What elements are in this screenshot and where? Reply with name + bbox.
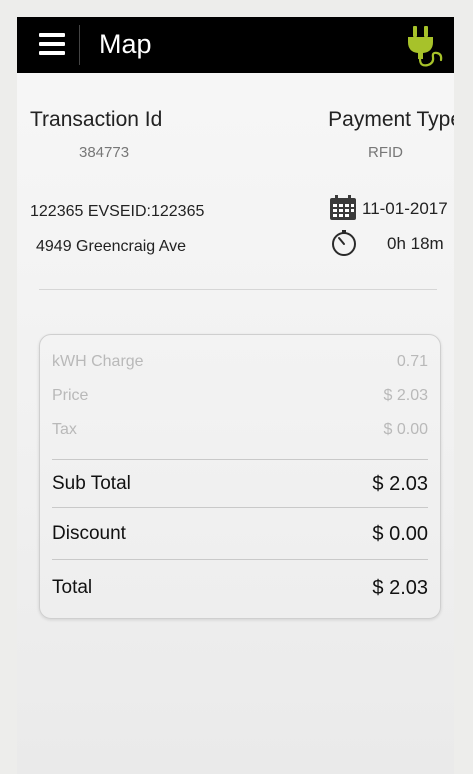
total-label: Total (52, 577, 93, 598)
receipt-divider (52, 459, 428, 460)
calendar-icon (330, 195, 356, 220)
subtotal-value: $ 2.03 (372, 473, 428, 495)
transaction-id-label: Transaction Id (30, 108, 163, 131)
discount-value: $ 0.00 (372, 523, 428, 545)
stopwatch-icon (332, 230, 356, 256)
hamburger-menu-icon[interactable] (39, 31, 65, 57)
tax-label: Tax (52, 421, 77, 438)
station-address: 4949 Greencraig Ave (36, 238, 187, 255)
kwh-charge-value: 0.71 (396, 353, 428, 370)
receipt-card: kWH Charge 0.71 Price $ 2.03 Tax $ 0.00 … (39, 334, 441, 619)
discount-label: Discount (52, 523, 126, 544)
kwh-charge-label: kWH Charge (52, 353, 144, 370)
page-title: Map (99, 29, 152, 59)
price-value: $ 2.03 (383, 387, 428, 404)
toolbar-divider (79, 25, 80, 65)
payment-type-value: RFID (368, 144, 403, 161)
phone-screen: Map Transaction Id 384773 Payment Type R… (17, 17, 454, 774)
subtotal-label: Sub Total (52, 473, 131, 494)
charge-duration: 0h 18m (387, 234, 444, 253)
evse-id: 122365 EVSEID:122365 (30, 203, 205, 220)
payment-type-label: Payment Type (328, 108, 454, 131)
receipt-divider (52, 559, 428, 560)
receipt-divider (52, 507, 428, 508)
top-app-bar: Map (17, 17, 454, 73)
section-divider (39, 289, 437, 290)
price-label: Price (52, 387, 89, 404)
transaction-id-value: 384773 (79, 144, 130, 161)
total-value: $ 2.03 (372, 577, 428, 599)
ev-plug-icon[interactable] (400, 23, 446, 69)
transaction-date: 11-01-2017 (362, 199, 448, 218)
tax-value: $ 0.00 (383, 421, 428, 438)
